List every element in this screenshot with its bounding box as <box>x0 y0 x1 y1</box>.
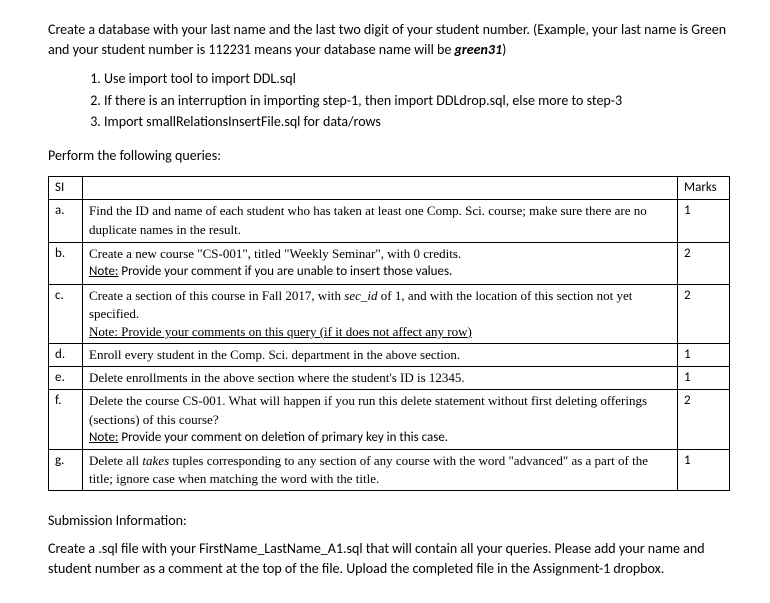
row-g-desc: Delete all takes tuples corresponding to… <box>83 450 678 491</box>
row-f-marks: 2 <box>678 390 730 450</box>
takes-word: takes <box>142 453 169 468</box>
submission-heading: Submission Information: <box>48 511 730 531</box>
row-b-marks: 2 <box>678 243 730 284</box>
row-e-desc: Delete enrollments in the above section … <box>83 367 678 390</box>
table-row: b. Create a new course "CS-001", titled … <box>49 243 730 284</box>
row-b-text: Create a new course "CS-001", titled "We… <box>89 245 671 263</box>
intro-paragraph: Create a database with your last name an… <box>48 20 730 59</box>
submission-body: Create a .sql file with your FirstName_L… <box>48 539 730 578</box>
row-a-desc: Find the ID and name of each student who… <box>83 199 678 242</box>
row-f-note: Note: Provide your comment on deletion o… <box>89 429 671 447</box>
intro-example: green31 <box>454 41 502 58</box>
row-c-text: Create a section of this course in Fall … <box>89 287 671 323</box>
row-f-si: f. <box>49 390 83 450</box>
row-e-marks: 1 <box>678 367 730 390</box>
row-c-note: Note: Provide your comments on this quer… <box>89 323 671 341</box>
row-e-si: e. <box>49 367 83 390</box>
row-b-desc: Create a new course "CS-001", titled "We… <box>83 243 678 284</box>
row-f-text: Delete the course CS-001. What will happ… <box>89 392 671 428</box>
step-1: Use import tool to import DDL.sql <box>104 69 730 89</box>
row-f-note-text: Provide your comment on deletion of prim… <box>118 430 448 445</box>
table-row: e. Delete enrollments in the above secti… <box>49 367 730 390</box>
header-desc <box>83 176 678 199</box>
row-c-desc: Create a section of this course in Fall … <box>83 284 678 344</box>
sec-id: sec_id <box>344 288 377 303</box>
row-c-marks: 2 <box>678 284 730 344</box>
row-a-text: Find the ID and name of each student who… <box>89 203 647 237</box>
row-f-note-label: Note: <box>89 430 118 445</box>
table-header-row: SI Marks <box>49 176 730 199</box>
table-row: f. Delete the course CS-001. What will h… <box>49 390 730 450</box>
row-b-note-label: Note: <box>89 264 118 279</box>
row-b-si: b. <box>49 243 83 284</box>
row-d-desc: Enroll every student in the Comp. Sci. d… <box>83 344 678 367</box>
row-a-marks: 1 <box>678 199 730 242</box>
header-si: SI <box>49 176 83 199</box>
intro-line1: Create a database with your last name an… <box>48 21 618 38</box>
table-row: c. Create a section of this course in Fa… <box>49 284 730 344</box>
table-row: d. Enroll every student in the Comp. Sci… <box>49 344 730 367</box>
header-marks: Marks <box>678 176 730 199</box>
row-a-si: a. <box>49 199 83 242</box>
row-d-si: d. <box>49 344 83 367</box>
queries-table: SI Marks a. Find the ID and name of each… <box>48 176 730 492</box>
table-row: g. Delete all takes tuples corresponding… <box>49 450 730 491</box>
row-b-note: Note: Provide your comment if you are un… <box>89 263 671 281</box>
table-row: a. Find the ID and name of each student … <box>49 199 730 242</box>
row-d-marks: 1 <box>678 344 730 367</box>
row-g-si: g. <box>49 450 83 491</box>
step-3: Import smallRelationsInsertFile.sql for … <box>104 112 730 132</box>
row-b-note-text: Provide your comment if you are unable t… <box>118 264 452 279</box>
perform-label: Perform the following queries: <box>48 146 730 166</box>
row-g-marks: 1 <box>678 450 730 491</box>
steps-list: Use import tool to import DDL.sql If the… <box>104 69 730 132</box>
row-c-si: c. <box>49 284 83 344</box>
step-2: If there is an interruption in importing… <box>104 91 730 111</box>
intro-line2b: ) <box>502 41 506 58</box>
row-f-desc: Delete the course CS-001. What will happ… <box>83 390 678 450</box>
